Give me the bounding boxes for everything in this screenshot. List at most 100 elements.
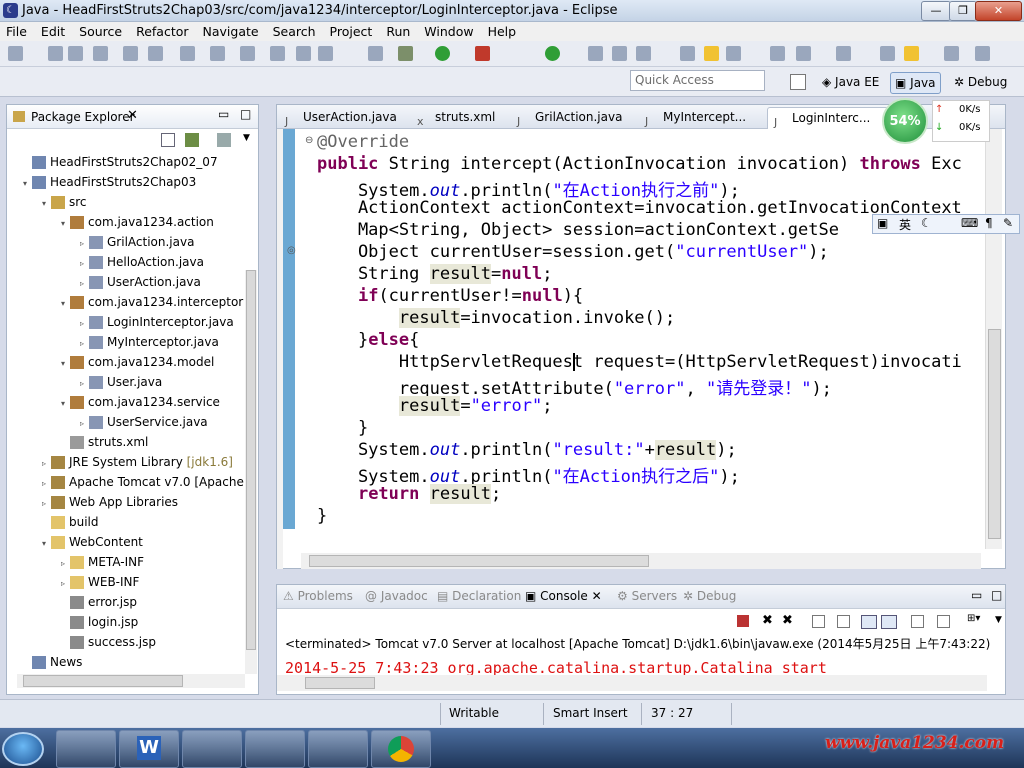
view-menu-icon[interactable] (217, 133, 231, 147)
suspend-icon[interactable] (296, 46, 311, 61)
tree-item[interactable]: ▹ UserAction.java (80, 272, 201, 292)
menu-run[interactable]: Run (379, 22, 417, 41)
wrench-icon[interactable]: ✎ (1003, 216, 1013, 230)
collapse-all-icon[interactable] (161, 133, 175, 147)
redo-icon[interactable] (210, 46, 225, 61)
debug-icon[interactable] (398, 46, 413, 61)
editor-vscroll-thumb[interactable] (988, 329, 1001, 539)
editor-horizontal-scrollbar[interactable] (301, 553, 981, 569)
back-icon[interactable] (880, 46, 895, 61)
tab-declaration[interactable]: ▤ Declaration (437, 589, 521, 603)
menu-search[interactable]: Search (266, 22, 323, 41)
menu-project[interactable]: Project (323, 22, 380, 41)
maximize-button[interactable]: ❐ (949, 1, 977, 21)
open-task-icon[interactable] (612, 46, 627, 61)
code-line-14[interactable]: } (317, 418, 368, 438)
tab-useraction[interactable]: J UserAction.java (279, 107, 429, 128)
tree-expand-icon[interactable]: ▹ (80, 314, 89, 334)
tree-item[interactable]: ▹ UserService.java (80, 412, 208, 432)
tree-item[interactable]: struts.xml (61, 432, 148, 452)
maximize-console-icon[interactable]: □ (991, 588, 1002, 602)
moon-icon[interactable]: ☾ (921, 216, 932, 230)
tab-javadoc[interactable]: @ Javadoc (365, 589, 428, 603)
tree-expand-icon[interactable]: ▹ (80, 254, 89, 274)
tree-expand-icon[interactable]: ▹ (42, 494, 51, 514)
console-hscroll-thumb[interactable] (305, 677, 375, 689)
code-line-11[interactable]: HttpServletRequest request=(HttpServletR… (317, 352, 962, 372)
code-line-4[interactable]: ActionContext actionContext=invocation.g… (317, 198, 962, 218)
chevron-down-icon[interactable]: ▼ (243, 133, 250, 143)
new-icon[interactable] (8, 46, 23, 61)
tree-expand-icon[interactable]: ▹ (80, 334, 89, 354)
remove-launch-icon[interactable]: ✖ (762, 613, 773, 628)
terminate-console-icon[interactable] (737, 615, 749, 627)
terminate-icon[interactable] (318, 46, 333, 61)
scroll-lock-icon[interactable] (837, 615, 850, 628)
tree-expand-icon[interactable]: ▹ (80, 414, 89, 434)
keyboard-icon[interactable]: ⌨ (961, 216, 978, 230)
taskbar-media-icon[interactable] (56, 730, 116, 768)
tree-item[interactable]: ▾ com.java1234.interceptor (61, 292, 243, 312)
editor-vertical-scrollbar[interactable] (985, 129, 1002, 549)
tree-expand-icon[interactable]: ▹ (42, 474, 51, 494)
tree-item[interactable]: ▹ GrilAction.java (80, 232, 194, 252)
quick-access-input[interactable]: Quick Access (630, 70, 765, 91)
skip-breakpoints-icon[interactable] (368, 46, 383, 61)
editor-hscroll-thumb[interactable] (309, 555, 649, 567)
ime-toolbar[interactable]: ▣ 英 ☾ ⌨ ¶ ✎ (872, 214, 1020, 234)
step-icon[interactable] (240, 46, 255, 61)
code-line-10[interactable]: }else{ (317, 330, 419, 350)
tree-item[interactable]: ▹ META-INF (61, 552, 144, 572)
tree-expand-icon[interactable]: ▾ (61, 294, 70, 314)
taskbar-terminal-icon[interactable] (182, 730, 242, 768)
tree-item[interactable]: success.jsp (61, 632, 156, 652)
tree-item[interactable]: ▾ com.java1234.model (61, 352, 214, 372)
tree-item[interactable]: ▹ HelloAction.java (80, 252, 204, 272)
tree-item[interactable]: ▹ Apache Tomcat v7.0 [Apache (42, 472, 244, 492)
tree-item[interactable]: ▾ HeadFirstStruts2Chap03 (23, 172, 196, 192)
print-icon[interactable] (93, 46, 108, 61)
close-button[interactable]: ✕ (975, 1, 1022, 21)
highlight-icon[interactable] (704, 46, 719, 61)
minimize-button[interactable]: — (921, 1, 951, 21)
show-error-icon[interactable] (881, 615, 897, 629)
tree-vscroll-thumb[interactable] (246, 270, 256, 650)
code-line-17[interactable]: return result; (317, 484, 501, 504)
code-line-7[interactable]: String result=null; (317, 264, 552, 284)
tree-item[interactable]: HeadFirstStruts2Chap02_07 (23, 152, 218, 172)
fold-collapse-icon[interactable]: ⊖ (305, 135, 313, 146)
maximize-view-icon[interactable]: □ (240, 107, 251, 121)
code-line-13[interactable]: result="error"; (317, 396, 552, 416)
pilcrow-icon[interactable] (796, 46, 811, 61)
forward-icon[interactable] (904, 46, 919, 61)
tab-console[interactable]: ▣ Console ✕ (525, 589, 602, 603)
tab-servers[interactable]: ⚙ Servers (617, 589, 677, 603)
clear-console-icon[interactable] (812, 615, 825, 628)
menu-edit[interactable]: Edit (34, 22, 72, 41)
save-all-icon[interactable] (68, 46, 83, 61)
code-line-5[interactable]: Map<String, Object> session=actionContex… (317, 220, 839, 240)
console-horizontal-scrollbar[interactable] (277, 675, 987, 691)
code-line-2[interactable]: public String intercept(ActionInvocation… (317, 154, 962, 174)
tree-item[interactable]: ▾ com.java1234.service (61, 392, 220, 412)
format-icon[interactable] (148, 46, 163, 61)
menu-navigate[interactable]: Navigate (196, 22, 266, 41)
taskbar-eclipse-icon[interactable] (308, 730, 368, 768)
start-button[interactable] (2, 732, 44, 766)
menu-window[interactable]: Window (417, 22, 480, 41)
tree-item[interactable]: ▾ src (42, 192, 87, 212)
next-annotation-icon[interactable] (836, 46, 851, 61)
open-console-icon[interactable]: ⊞▾ (967, 613, 980, 624)
pin-icon[interactable] (975, 46, 990, 61)
menu-help[interactable]: Help (481, 22, 524, 41)
tree-expand-icon[interactable]: ▹ (80, 274, 89, 294)
tree-expand-icon[interactable]: ▹ (80, 234, 89, 254)
tab-myinterceptor[interactable]: J MyIntercept... (639, 107, 785, 128)
code-line-1[interactable]: @Override (317, 132, 409, 152)
tab-debug[interactable]: ✲ Debug (683, 589, 736, 603)
tree-item[interactable]: ▹ WEB-INF (61, 572, 139, 592)
taskbar-recorder-icon[interactable] (245, 730, 305, 768)
menu-refactor[interactable]: Refactor (129, 22, 195, 41)
resume-icon[interactable] (270, 46, 285, 61)
tree-item[interactable]: News (23, 652, 82, 672)
